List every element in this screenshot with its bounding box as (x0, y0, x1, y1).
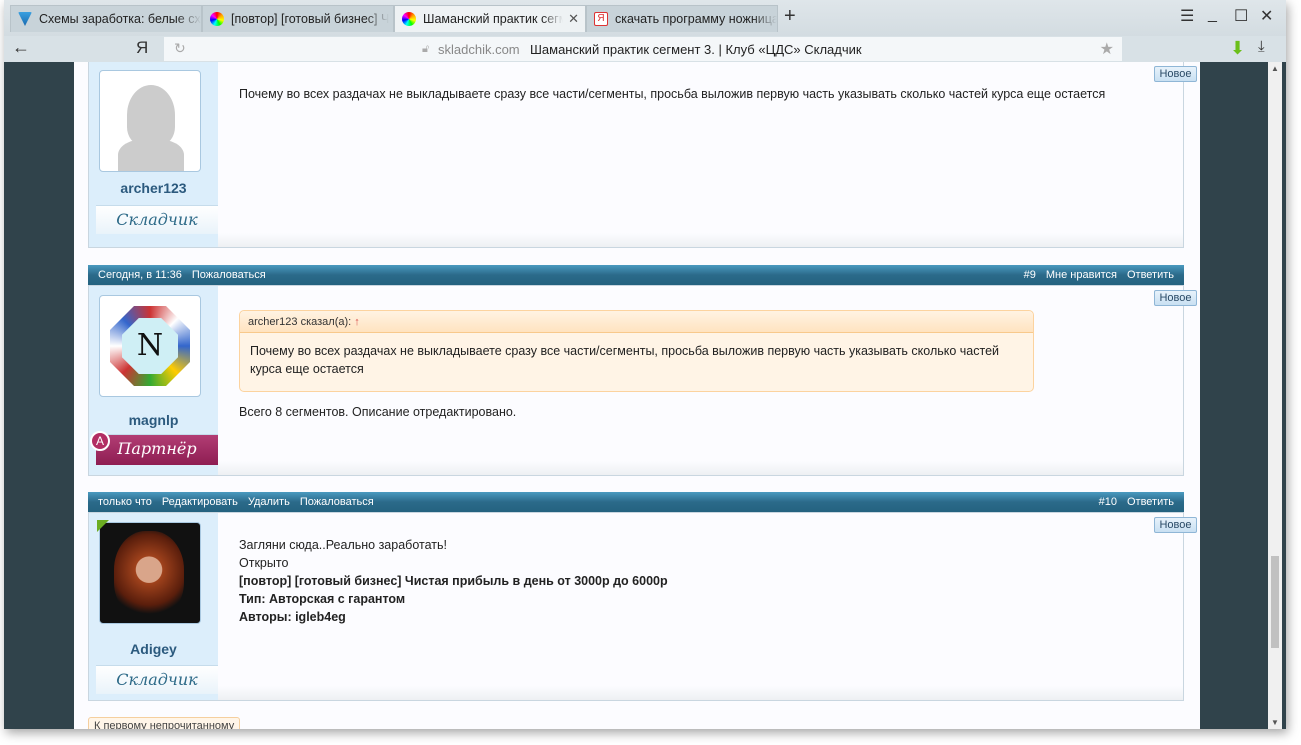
quote-author: archer123 сказал(а): (248, 316, 352, 328)
user-sidebar: archer123 Складчик (89, 62, 218, 247)
menu-icon[interactable]: ☰ (1180, 6, 1194, 26)
user-sidebar: N magnlp Партнёр A (89, 286, 218, 475)
new-badge: Новое (1154, 290, 1197, 306)
rank-badge: A (90, 431, 110, 451)
post-body: Загляни сюда..Реально заработать! Открыт… (239, 536, 1163, 626)
quote-block: archer123 сказал(а): ↑ Почему во всех ра… (239, 310, 1034, 392)
post-text: Всего 8 сегментов. Описание отредактиров… (239, 405, 517, 419)
vk-tab-icon (18, 12, 32, 26)
default-avatar-body (118, 139, 184, 171)
browser-window: Схемы заработка: белые схе [повтор] [гот… (4, 0, 1286, 729)
report-link[interactable]: Пожаловаться (300, 496, 374, 508)
post: N magnlp Партнёр A archer123 сказал(а): … (88, 285, 1197, 476)
post-line: Открыто (239, 556, 289, 570)
like-link[interactable]: Мне нравится (1046, 269, 1117, 281)
new-badge: Новое (1154, 517, 1197, 533)
colorwheel-tab-icon (402, 12, 416, 26)
post-footer-gradient (218, 233, 1183, 247)
avatar-photo (114, 531, 184, 617)
quote-text: Почему во всех раздачах не выкладываете … (250, 344, 1000, 376)
post-line-bold: Тип: Авторская с гарантом (239, 592, 406, 606)
close-tab-icon[interactable]: ✕ (568, 11, 579, 27)
default-avatar-icon (127, 85, 175, 145)
post-line-bold: [повтор] [готовый бизнес] Чистая прибыль… (239, 574, 668, 588)
post-number[interactable]: #9 (1024, 269, 1036, 281)
post-text: Почему во всех раздачах не выкладываете … (239, 87, 1106, 101)
tab-3-active[interactable]: Шаманский практик сегм ✕ (394, 5, 586, 32)
username[interactable]: archer123 (89, 180, 218, 196)
post-header-bar: только что Редактировать Удалить Пожалов… (88, 492, 1184, 512)
scroll-down-icon[interactable]: ▼ (1271, 718, 1279, 727)
scrollbar-thumb[interactable] (1271, 556, 1279, 648)
avatar[interactable]: N (99, 295, 201, 397)
post: Adigey Складчик Загляни сюда..Реально за… (88, 512, 1197, 701)
forum-page: archer123 Складчик Почему во всех раздач… (74, 62, 1200, 729)
username[interactable]: magnlp (89, 412, 218, 428)
bookmark-star-icon[interactable]: ★ (1100, 39, 1114, 59)
post-number[interactable]: #10 (1099, 496, 1117, 508)
post: archer123 Складчик Почему во всех раздач… (88, 62, 1197, 248)
post-line: Загляни сюда..Реально заработать! (239, 538, 447, 552)
scrollbar[interactable]: ▲ ▼ (1268, 62, 1282, 729)
toolbar: ← Я ↻ 🔓︎ skladchik.com Шаманский практик… (4, 36, 1286, 62)
reload-icon[interactable]: ↻ (174, 40, 186, 57)
post-footer-gradient (218, 686, 1183, 700)
first-unread-button[interactable]: К первому непрочитанному (88, 717, 241, 729)
reply-link[interactable]: Ответить (1127, 269, 1174, 281)
tab-4[interactable]: Яскачать программу ножница (586, 5, 778, 32)
post-header-bar: Сегодня, в 11:36 Пожаловаться #9 Мне нрав… (88, 265, 1184, 285)
post-line-bold: Авторы: igleb4eg (239, 610, 346, 624)
tab-strip: Схемы заработка: белые схе [повтор] [гот… (4, 0, 1286, 36)
address-bar[interactable]: ↻ 🔓︎ skladchik.com Шаманский практик сег… (164, 37, 1122, 61)
downloads-icon[interactable]: ⤓ (1258, 38, 1265, 55)
tab-1[interactable]: Схемы заработка: белые схе (10, 5, 202, 32)
user-sidebar: Adigey Складчик (89, 513, 218, 700)
url-domain: skladchik.com (438, 41, 520, 57)
user-rank-banner: Складчик (96, 665, 218, 694)
delete-link[interactable]: Удалить (248, 496, 290, 508)
close-window-button[interactable]: ✕ (1260, 6, 1273, 26)
back-button[interactable]: ← (12, 37, 30, 58)
edit-link[interactable]: Редактировать (162, 496, 238, 508)
lock-icon: 🔓︎ (422, 42, 430, 55)
post-footer-gradient (218, 461, 1183, 475)
yandex-tab-icon: Я (594, 12, 608, 26)
avatar[interactable] (99, 70, 201, 172)
tab-2[interactable]: [повтор] [готовый бизнес] Ч (202, 5, 394, 32)
page-viewport: archer123 Складчик Почему во всех раздач… (4, 62, 1286, 729)
new-tab-button[interactable]: + (784, 5, 796, 28)
avatar[interactable] (99, 522, 201, 624)
report-link[interactable]: Пожаловаться (192, 269, 266, 281)
reply-link[interactable]: Ответить (1127, 496, 1174, 508)
scroll-up-icon[interactable]: ▲ (1271, 64, 1279, 73)
colorwheel-tab-icon (210, 12, 224, 26)
yandex-logo[interactable]: Я (136, 38, 148, 58)
user-rank-banner: Складчик (96, 205, 218, 234)
maximize-button[interactable]: ☐ (1234, 6, 1248, 26)
user-rank-banner: Партнёр (96, 434, 218, 465)
minimize-button[interactable]: _ (1208, 6, 1217, 24)
new-badge: Новое (1154, 66, 1197, 82)
savefrom-download-icon[interactable]: ⬇ (1230, 38, 1245, 59)
url-title: Шаманский практик сегмент 3. | Клуб «ЦДС… (530, 41, 862, 57)
username[interactable]: Adigey (89, 641, 218, 657)
post-date[interactable]: Сегодня, в 11:36 (98, 269, 182, 281)
post-date[interactable]: только что (98, 496, 152, 508)
quote-jump-arrow-icon[interactable]: ↑ (354, 316, 360, 328)
